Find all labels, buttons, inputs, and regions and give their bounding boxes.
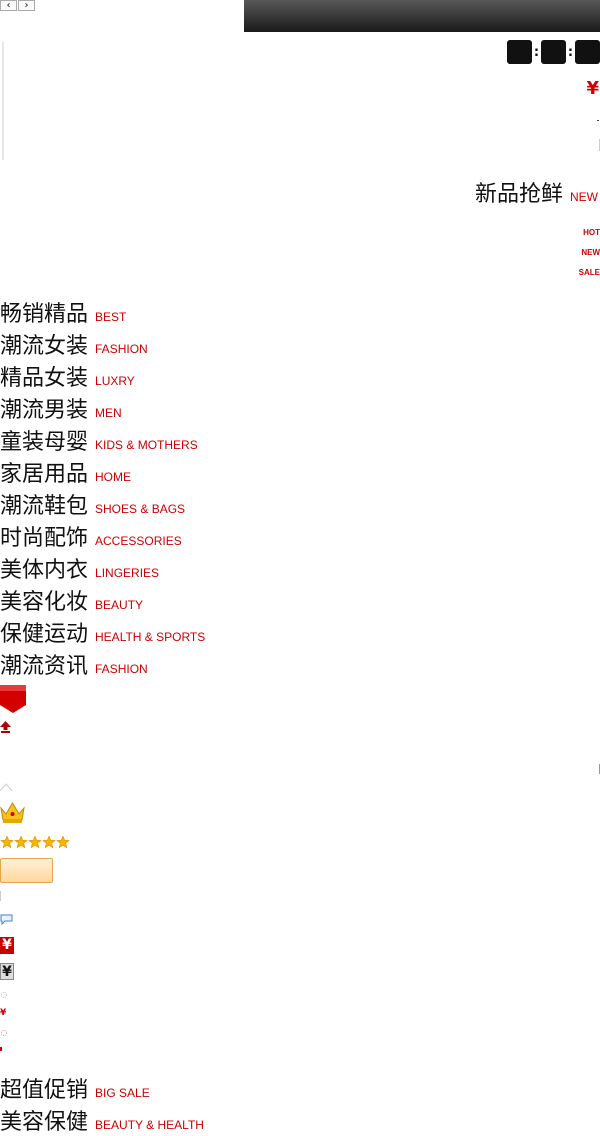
category-title-zh: 美体内衣	[0, 558, 89, 583]
yen-red-icon: ¥	[0, 937, 14, 954]
category-title-en: HOME	[95, 470, 132, 484]
category-title-zh: 畅销精品	[0, 302, 89, 327]
new-arrivals-title-zh: 新品抢鲜	[474, 182, 563, 207]
price-dash	[597, 120, 599, 121]
prev-arrow-button[interactable]: ‹	[0, 0, 17, 11]
category-title-zh: 超值促销	[0, 1078, 89, 1103]
category-title-zh: 潮流男装	[0, 398, 89, 423]
sparkle-icon	[1, 1030, 7, 1036]
category-beauty[interactable]: 美容化妆 BEAUTY	[0, 584, 143, 616]
caret-up-icon	[0, 783, 12, 791]
countdown-minutes-box	[541, 40, 566, 64]
red-shield-icon	[0, 685, 26, 713]
yen-gray-icon: ¥	[0, 963, 14, 980]
category-kids-mothers[interactable]: 童装母婴 KIDS & MOTHERS	[0, 424, 198, 456]
star-icon	[42, 836, 56, 848]
countdown-seconds-box	[575, 40, 600, 64]
next-arrow-button[interactable]: ›	[18, 0, 35, 11]
star-icon	[56, 836, 70, 848]
category-title-en: KIDS & MOTHERS	[95, 438, 198, 452]
star-icon	[28, 836, 42, 848]
promo-tag-list: HOT NEW SALE	[579, 226, 600, 286]
category-title-zh: 潮流资讯	[0, 654, 89, 679]
category-title-zh: 美容保健	[0, 1110, 89, 1135]
rating-stars	[0, 836, 70, 848]
category-title-zh: 童装母婴	[0, 430, 89, 455]
countdown-colon: :	[533, 44, 540, 60]
tag-hot: HOT	[583, 228, 600, 237]
orange-action-button[interactable]	[0, 858, 53, 883]
category-lingeries[interactable]: 美体内衣 LINGERIES	[0, 552, 159, 584]
new-arrivals-title-en: NEW	[570, 190, 598, 204]
sparkle-icon	[1, 992, 7, 998]
category-best[interactable]: 畅销精品 BEST	[0, 296, 126, 328]
red-tick-mark	[0, 1047, 2, 1051]
category-title-zh: 潮流女装	[0, 334, 89, 359]
tag-sale: SALE	[578, 268, 600, 277]
comment-bubble-icon	[0, 914, 13, 926]
category-title-en: ACCESSORIES	[95, 534, 182, 548]
category-title-en: MEN	[95, 406, 122, 420]
category-home[interactable]: 家居用品 HOME	[0, 456, 131, 488]
back-to-top-icon[interactable]	[0, 721, 11, 734]
category-title-en: FASHION	[95, 342, 148, 356]
category-title-zh: 美容化妆	[0, 590, 89, 615]
category-title-en: BIG SALE	[95, 1086, 150, 1100]
category-health-sports[interactable]: 保健运动 HEALTH & SPORTS	[0, 616, 205, 648]
category-title-zh: 精品女装	[0, 366, 89, 391]
category-fashion-news[interactable]: 潮流资讯 FASHION	[0, 648, 148, 680]
category-title-en: SHOES & BAGS	[95, 502, 186, 516]
left-divider	[0, 891, 1, 901]
category-title-zh: 家居用品	[0, 462, 89, 487]
category-title-en: LINGERIES	[95, 566, 160, 580]
vertical-divider	[2, 42, 4, 160]
category-fashion-women[interactable]: 潮流女装 FASHION	[0, 328, 148, 360]
category-men[interactable]: 潮流男装 MEN	[0, 392, 122, 424]
category-title-zh: 时尚配饰	[0, 526, 89, 551]
crown-icon	[0, 802, 25, 823]
yen-small-icon: ¥	[0, 1008, 7, 1018]
dark-header-bar	[244, 0, 600, 32]
category-title-en: BEST	[95, 310, 127, 324]
category-title-en: BEAUTY & HEALTH	[95, 1118, 204, 1132]
new-arrivals-heading: 新品抢鲜 NEW	[475, 176, 598, 208]
star-icon	[14, 836, 28, 848]
category-accessories[interactable]: 时尚配饰 ACCESSORIES	[0, 520, 182, 552]
star-icon	[0, 836, 14, 848]
category-big-sale[interactable]: 超值促销 BIG SALE	[0, 1072, 150, 1104]
countdown-timer: : :	[507, 40, 600, 64]
category-title-zh: 保健运动	[0, 622, 89, 647]
carousel-nav: ‹ ›	[0, 0, 35, 12]
category-title-en: LUXRY	[95, 374, 135, 388]
category-shoes-bags[interactable]: 潮流鞋包 SHOES & BAGS	[0, 488, 185, 520]
category-title-en: BEAUTY	[95, 598, 144, 612]
category-luxury[interactable]: 精品女装 LUXRY	[0, 360, 135, 392]
category-title-en: FASHION	[95, 662, 148, 676]
category-beauty-health[interactable]: 美容保健 BEAUTY & HEALTH	[0, 1104, 204, 1136]
tag-new: NEW	[581, 248, 600, 257]
countdown-hours-box	[507, 40, 532, 64]
category-title-en: HEALTH & SPORTS	[95, 630, 206, 644]
price-currency-symbol: ¥	[586, 78, 599, 99]
category-title-zh: 潮流鞋包	[0, 494, 89, 519]
countdown-colon: :	[567, 44, 574, 60]
